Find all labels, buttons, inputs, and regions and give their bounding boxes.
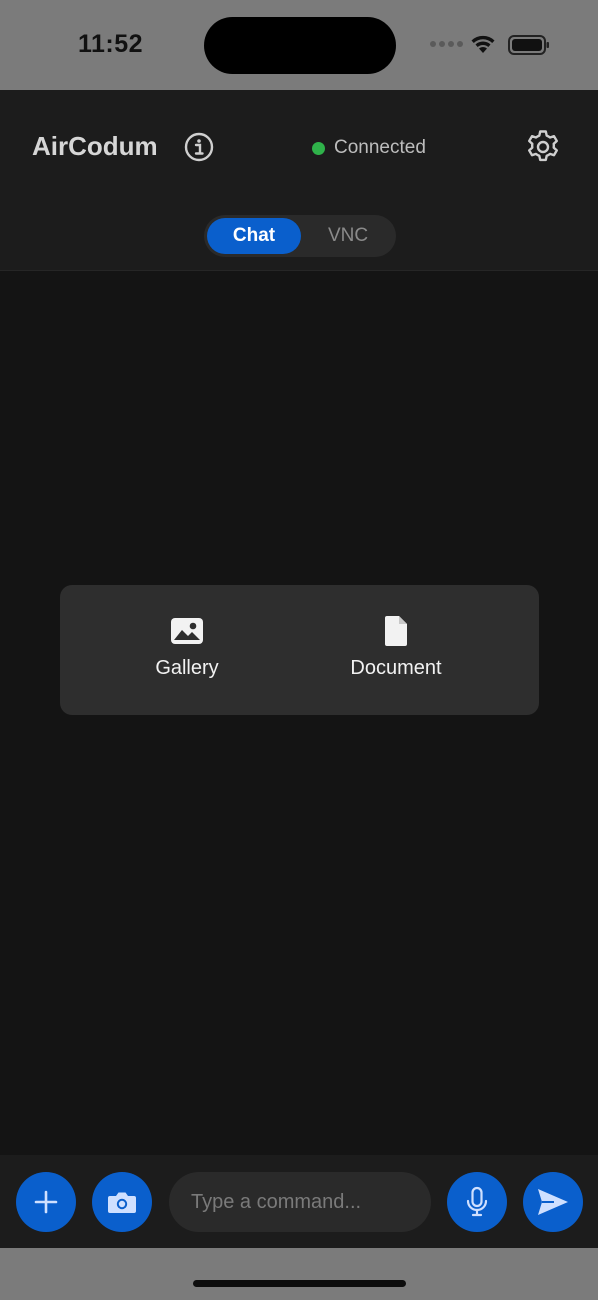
camera-button[interactable] [92,1172,152,1232]
status-bar: 11:52 [0,0,598,90]
home-bar [0,1248,598,1300]
app-screen: AirCodum Connected Chat VNC Gallery Docu… [0,90,598,1248]
document-label: Document [350,657,442,679]
composer-bar [0,1155,598,1248]
gallery-label: Gallery [155,657,219,679]
microphone-button[interactable] [447,1172,507,1232]
gallery-option[interactable]: Gallery [87,615,287,680]
mode-segmented-control: Chat VNC [204,215,396,257]
send-button[interactable] [523,1172,583,1232]
command-input[interactable] [169,1172,431,1232]
wifi-icon [471,35,495,53]
connection-status: Connected [312,137,426,159]
status-time: 11:52 [78,30,144,58]
app-header: AirCodum Connected [0,90,598,203]
status-dot [312,141,325,155]
attachment-menu: Gallery Document [60,585,539,715]
document-option[interactable]: Document [296,615,496,680]
add-attachment-button[interactable] [16,1172,76,1232]
document-icon [385,616,407,646]
connection-status-text: Connected [334,137,426,158]
send-icon [538,1189,568,1215]
tab-vnc[interactable]: VNC [301,218,395,254]
tab-chat[interactable]: Chat [207,218,301,254]
battery-icon [508,35,549,55]
camera-icon [108,1192,136,1213]
home-indicator[interactable] [193,1280,406,1287]
dynamic-island [204,17,396,74]
microphone-icon [466,1186,488,1217]
cellular-signal-icon [430,41,463,47]
gear-icon[interactable] [524,128,562,166]
info-icon[interactable] [183,131,215,163]
tab-bar: Chat VNC [0,203,598,271]
image-icon [171,618,203,644]
app-title: AirCodum [32,131,158,161]
plus-icon [34,1190,58,1214]
